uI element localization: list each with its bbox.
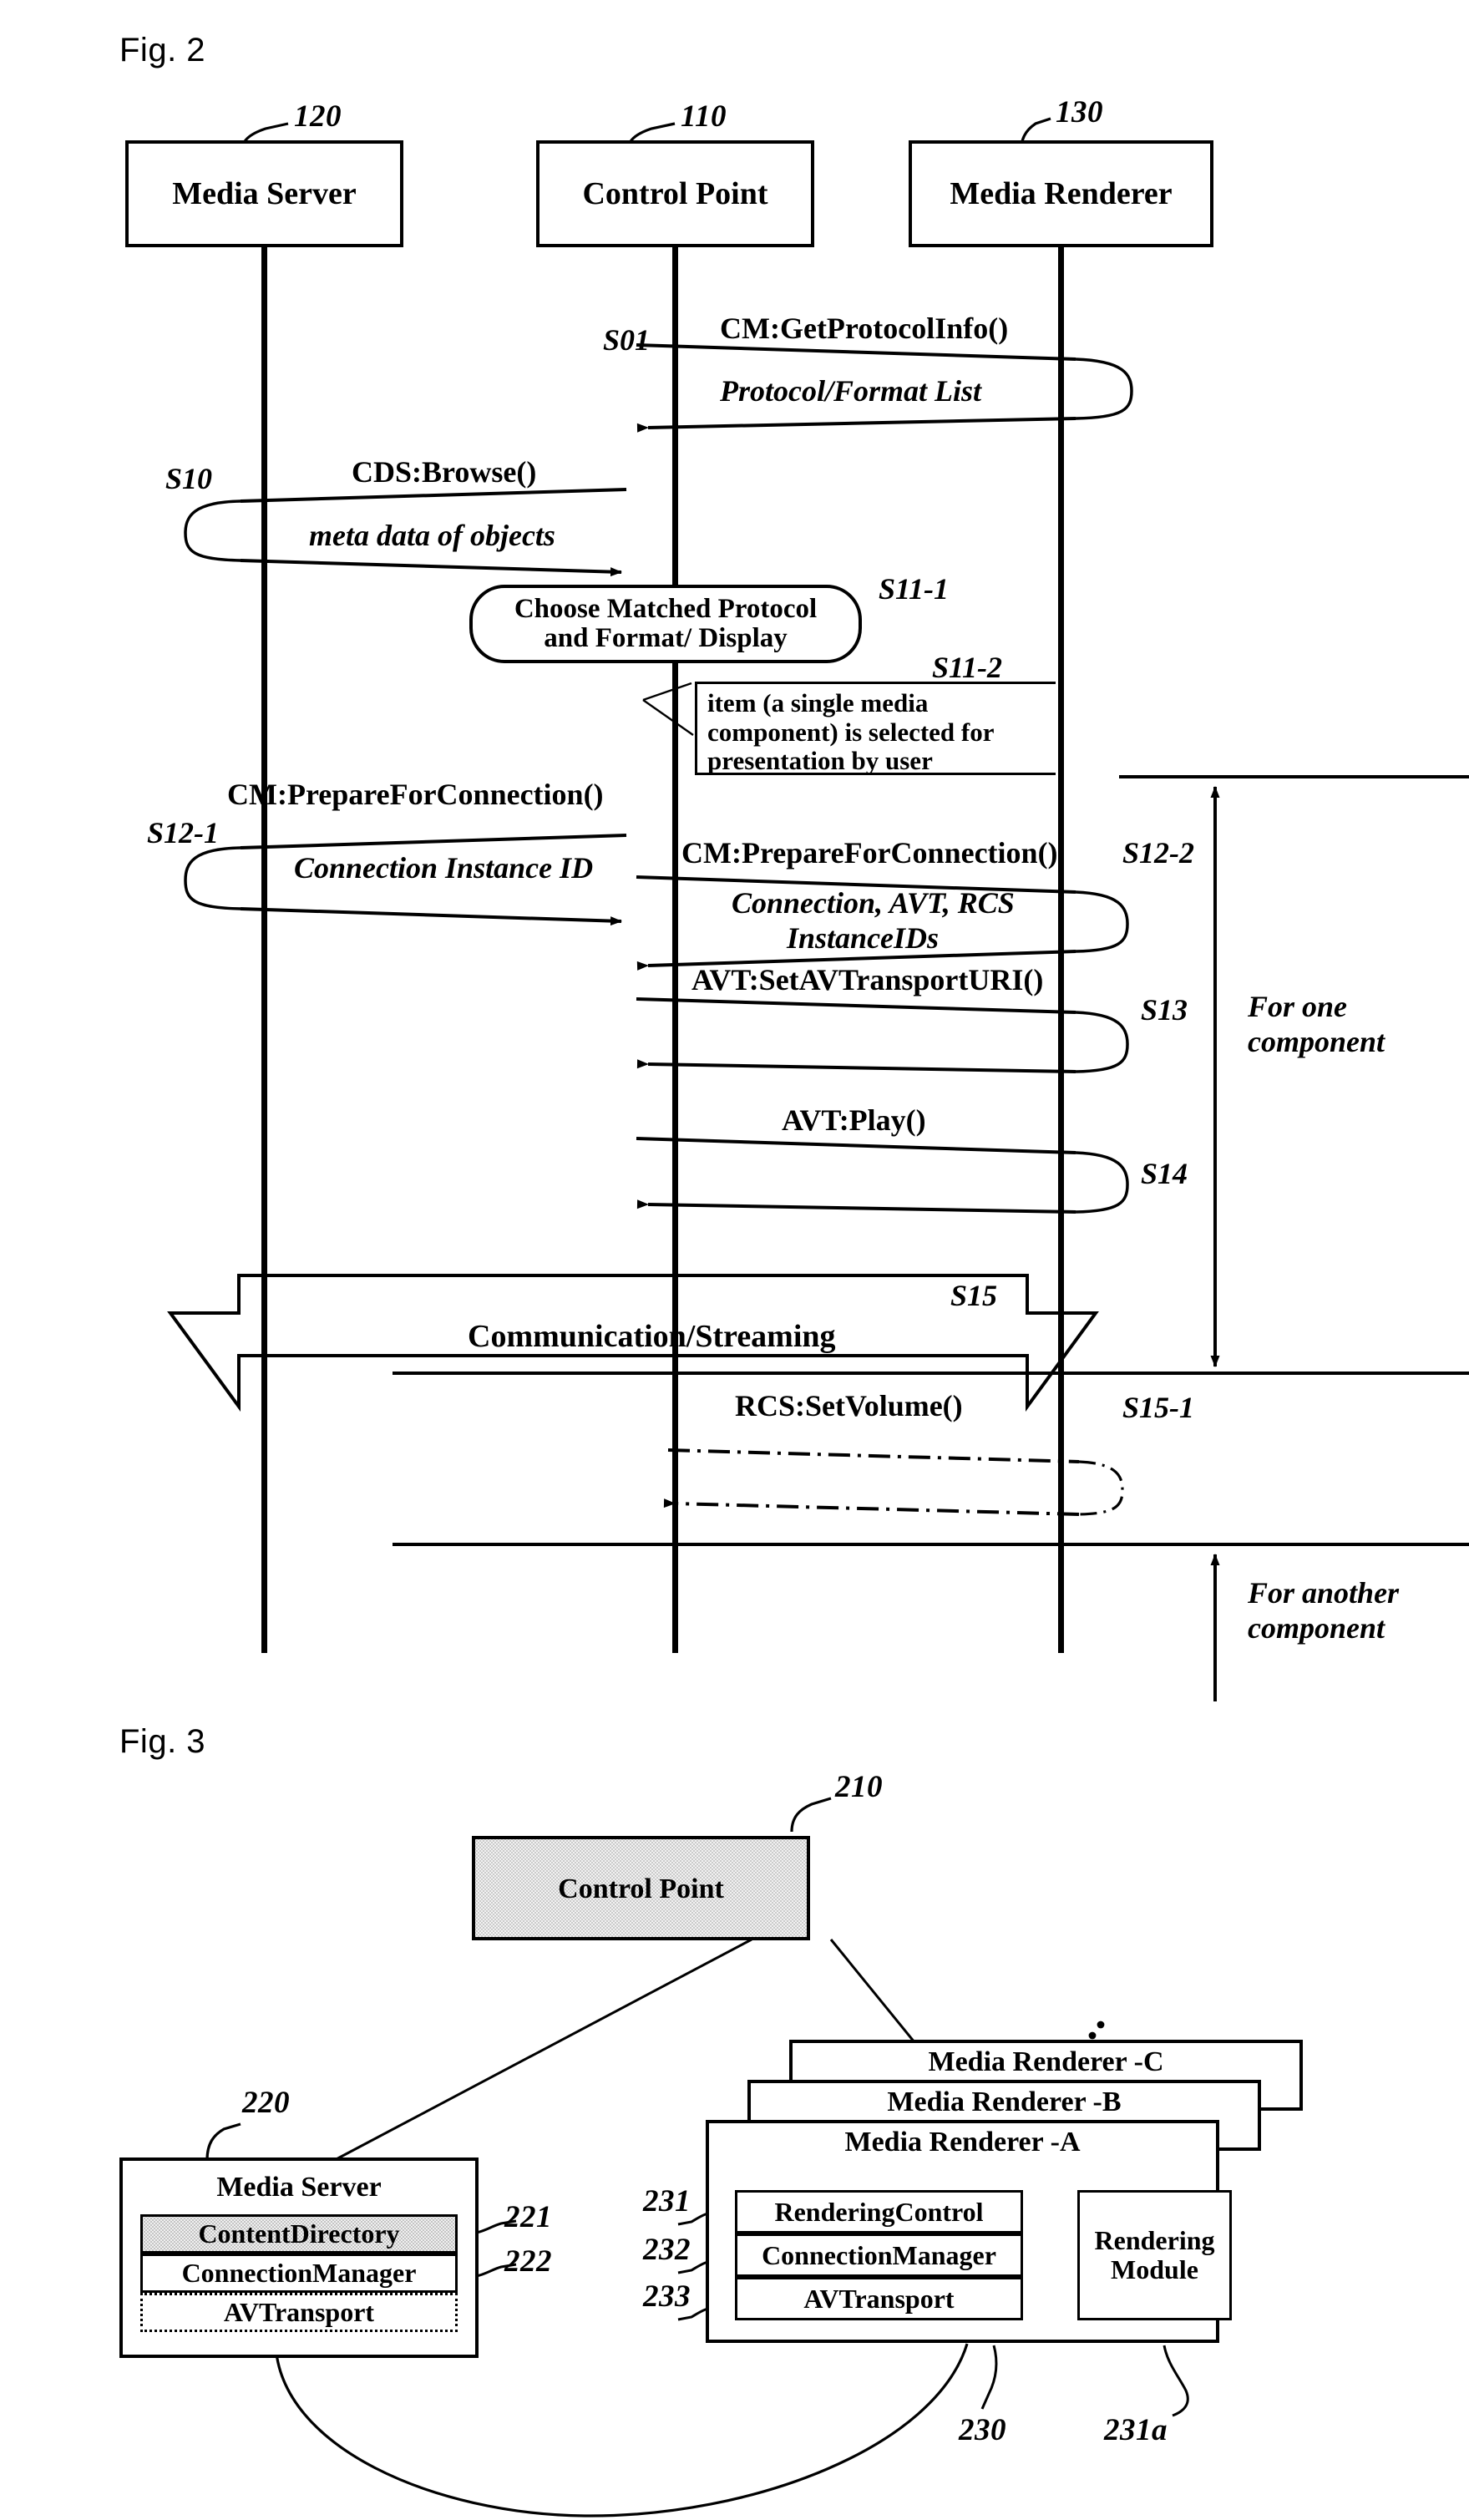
fig3-media-renderer-c-label: Media Renderer -C — [928, 2046, 1164, 2077]
entity-box-media-renderer: Media Renderer — [909, 140, 1213, 247]
fig3-service-contentdirectory: ContentDirectory — [140, 2214, 458, 2254]
reference-numeral-232: 232 — [643, 2233, 691, 2267]
note-line-2: component) is selected for — [707, 717, 995, 747]
fig3-media-server-label: Media Server — [216, 2172, 382, 2203]
reference-numeral-231a: 231a — [1104, 2413, 1168, 2447]
message-label-setavtransporturi: AVT:SetAVTransportURI() — [691, 963, 1044, 996]
entity-label-media-renderer: Media Renderer — [950, 176, 1173, 211]
step-label-s12-1: S12-1 — [147, 816, 220, 849]
bubble-line-1: Choose Matched Protocol — [514, 594, 818, 625]
figure-3-caption: Fig. 3 — [119, 1723, 206, 1760]
message-reply-meta-data: meta data of objects — [309, 519, 555, 552]
step-label-s15-1: S15-1 — [1122, 1391, 1195, 1424]
bubble-line-2: and Format/ Display — [544, 623, 788, 653]
lifeline-control-point — [672, 247, 678, 1653]
message-reply-instance-ids-line1: Connection, AVT, RCS — [732, 886, 1015, 920]
bracket-one-line-1: For one — [1248, 990, 1348, 1023]
step-label-s15: S15 — [950, 1279, 998, 1312]
bracket-another-line-1: For another — [1248, 1576, 1400, 1610]
fig3-service-connectionmanager-server-label: ConnectionManager — [181, 2258, 417, 2288]
message-label-prepareforconnection-renderer: CM:PrepareForConnection() — [681, 836, 1058, 870]
streaming-arrow-label: Communication/Streaming — [468, 1319, 836, 1354]
reference-numeral-130: 130 — [1056, 95, 1103, 129]
reference-numeral-222: 222 — [504, 2244, 552, 2279]
patent-figure-page: Fig. 2 120 110 130 Media Server Control … — [0, 0, 1469, 2520]
fig3-control-point-label: Control Point — [558, 1874, 724, 1904]
bracket-label-for-another-component: For another component — [1248, 1575, 1399, 1646]
note-line-3: presentation by user — [707, 746, 933, 776]
step-label-s10: S10 — [165, 462, 213, 495]
step-label-s11-1: S11-1 — [879, 572, 950, 606]
bracket-one-line-2: component — [1248, 1025, 1385, 1059]
activity-bubble-choose-matched-protocol: Choose Matched Protocol and Format/ Disp… — [469, 585, 862, 663]
step-label-s11-2: S11-2 — [932, 651, 1003, 684]
lifeline-media-server — [261, 247, 267, 1653]
step-label-s01: S01 — [603, 323, 651, 357]
bracket-another-line-2: component — [1248, 1611, 1385, 1645]
fig3-service-renderingcontrol-label: RenderingControl — [774, 2196, 984, 2227]
reference-numeral-230: 230 — [959, 2413, 1006, 2447]
fig3-service-renderingcontrol: RenderingControl — [735, 2190, 1023, 2234]
message-label-prepareforconnection-server: CM:PrepareForConnection() — [227, 778, 604, 811]
entity-box-media-server: Media Server — [125, 140, 403, 247]
fig3-service-avtransport-server: AVTransport — [140, 2293, 458, 2332]
message-label-getprotocolinfo: CM:GetProtocolInfo() — [720, 312, 1009, 345]
message-label-cds-browse: CDS:Browse() — [352, 455, 537, 489]
message-label-avt-play: AVT:Play() — [782, 1103, 926, 1137]
entity-box-control-point: Control Point — [536, 140, 814, 247]
step-label-s13: S13 — [1141, 993, 1188, 1027]
reference-numeral-210: 210 — [835, 1770, 883, 1804]
fig3-service-connectionmanager-server: ConnectionManager — [140, 2254, 458, 2293]
fig3-service-avtransport-renderer-label: AVTransport — [803, 2283, 955, 2314]
fig3-media-renderer-a-label: Media Renderer -A — [844, 2127, 1081, 2157]
fig3-media-renderer-b-label: Media Renderer -B — [887, 2086, 1122, 2117]
reference-numeral-221: 221 — [504, 2200, 552, 2234]
lifeline-media-renderer — [1058, 247, 1064, 1653]
fig3-rendering-module-box: Rendering Module — [1077, 2190, 1232, 2320]
entity-label-media-server: Media Server — [172, 176, 357, 211]
step-label-s12-2: S12-2 — [1122, 836, 1195, 870]
step-label-s14: S14 — [1141, 1157, 1188, 1190]
note-box-item-selected: item (a single media component) is selec… — [695, 682, 1056, 775]
fig3-rendering-module-line-2: Module — [1111, 2254, 1198, 2284]
message-reply-connection-instance-id: Connection Instance ID — [294, 851, 594, 885]
fig3-service-contentdirectory-label: ContentDirectory — [198, 2218, 400, 2249]
message-reply-instance-ids-line2: InstanceIDs — [787, 921, 940, 955]
fig3-service-connectionmanager-renderer-label: ConnectionManager — [762, 2239, 996, 2270]
fig3-service-avtransport-renderer: AVTransport — [735, 2277, 1023, 2320]
note-line-1: item (a single media — [707, 688, 929, 717]
entity-label-control-point: Control Point — [582, 176, 768, 211]
reference-numeral-120: 120 — [294, 99, 342, 134]
reference-numeral-233: 233 — [643, 2279, 691, 2314]
reference-numeral-231: 231 — [643, 2184, 691, 2218]
fig3-rendering-module-line-1: Rendering — [1094, 2224, 1215, 2255]
fig3-service-avtransport-server-label: AVTransport — [223, 2297, 375, 2327]
reference-numeral-220: 220 — [242, 2086, 290, 2120]
message-reply-protocol-format-list: Protocol/Format List — [720, 374, 982, 408]
bracket-label-for-one-component: For one component — [1248, 989, 1385, 1060]
message-label-rcs-setvolume: RCS:SetVolume() — [735, 1389, 963, 1422]
figure-2-caption: Fig. 2 — [119, 32, 206, 68]
reference-numeral-110: 110 — [681, 99, 727, 134]
fig3-service-connectionmanager-renderer: ConnectionManager — [735, 2234, 1023, 2277]
